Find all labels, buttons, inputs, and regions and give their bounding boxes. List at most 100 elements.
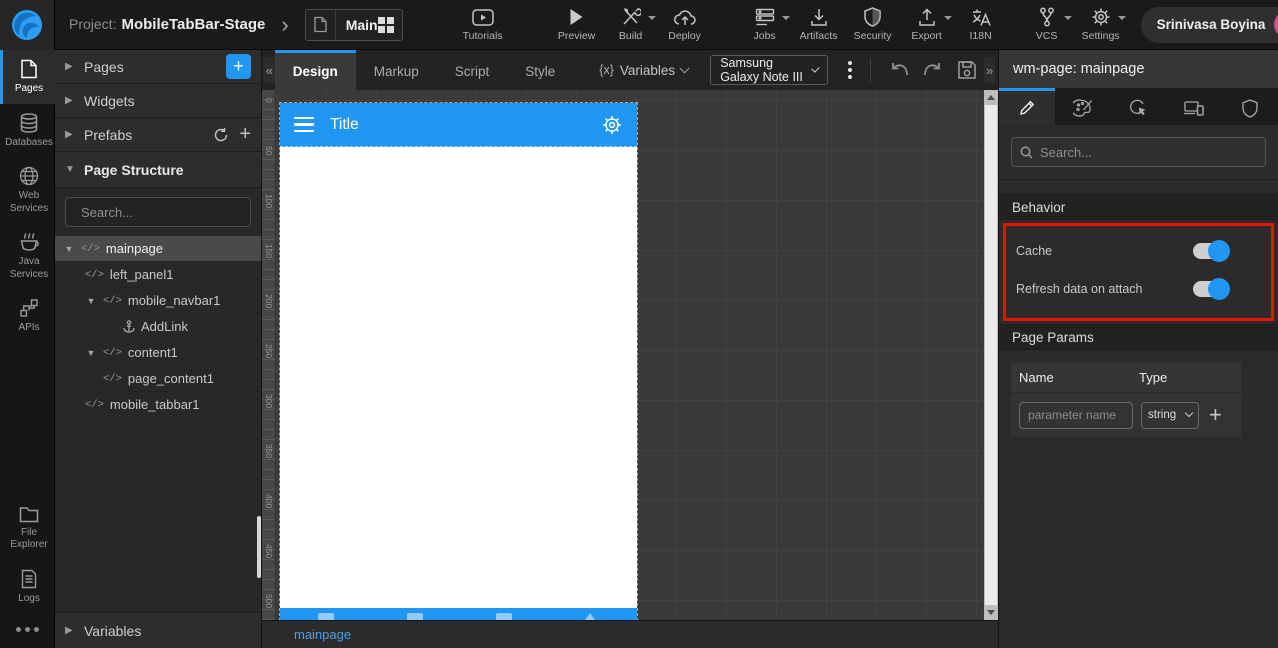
variables-button[interactable]: {x} Variables	[599, 63, 690, 78]
tree-node-mobile-navbar1[interactable]: ▼ </> mobile_navbar1	[55, 288, 261, 314]
preview-button[interactable]: Preview	[555, 7, 599, 42]
scroll-up-arrow-icon[interactable]	[987, 95, 995, 100]
tree-node-content1[interactable]: ▼ </> content1	[55, 340, 261, 366]
mobile-navbar[interactable]: Title	[280, 103, 637, 147]
behavior-section-header: Behavior	[999, 194, 1278, 220]
tab-styles[interactable]	[1055, 88, 1111, 125]
undo-button[interactable]	[889, 61, 909, 79]
editor-toolbar: « Design Markup Script Style {x} Variabl…	[262, 50, 998, 90]
section-page-structure[interactable]: ▼ Page Structure	[55, 152, 261, 188]
properties-search[interactable]	[1011, 137, 1266, 167]
param-type-select[interactable]: string	[1141, 401, 1199, 429]
device-select[interactable]: Samsung Galaxy Note III	[710, 55, 828, 85]
deploy-button[interactable]: Deploy	[663, 7, 707, 42]
left-panel: ▶ Pages + ▶ Widgets ▶ Prefabs + ▼ Page S…	[55, 50, 262, 648]
build-button[interactable]: Build	[609, 7, 656, 42]
cache-toggle[interactable]	[1193, 240, 1230, 262]
api-nodes-icon	[20, 299, 38, 317]
scroll-down-arrow-icon[interactable]	[987, 610, 995, 615]
tree-node-mainpage[interactable]: ▼ </> mainpage	[55, 236, 261, 262]
tree-node-mobile-tabbar1[interactable]: </> mobile_tabbar1	[55, 392, 261, 418]
rail-item-pages[interactable]: Pages	[0, 50, 55, 104]
mobile-tabbar[interactable]	[280, 608, 637, 620]
hamburger-menu-icon[interactable]	[294, 116, 314, 133]
redo-button[interactable]	[923, 61, 943, 79]
current-page-selector[interactable]: Main	[304, 8, 403, 41]
tutorials-button[interactable]: Tutorials	[461, 7, 505, 42]
param-name-input[interactable]	[1019, 401, 1133, 429]
tab-properties[interactable]	[999, 88, 1055, 125]
settings-button[interactable]: Settings	[1079, 7, 1126, 42]
tab-style[interactable]: Style	[507, 50, 573, 90]
settings-gear-icon	[1091, 7, 1111, 27]
section-prefabs[interactable]: ▶ Prefabs +	[55, 118, 261, 152]
rail-item-file-explorer[interactable]: File Explorer	[0, 497, 55, 560]
properties-search-input[interactable]	[1040, 144, 1257, 160]
properties-panel: wm-page: mainpage Search... Behavior Cac…	[998, 50, 1278, 648]
page-grid-icon[interactable]	[377, 16, 394, 33]
app-logo[interactable]	[0, 0, 55, 50]
canvas-scrollbar-thumb[interactable]	[985, 105, 997, 605]
tree-node-left-panel1[interactable]: </> left_panel1	[55, 262, 261, 288]
tabbar-icon-partial	[318, 613, 334, 620]
more-options-kebab-icon[interactable]	[844, 57, 856, 83]
statusbar-page-name[interactable]: mainpage	[294, 627, 351, 642]
refresh-prefabs-icon[interactable]	[213, 127, 229, 143]
page-structure-search[interactable]	[65, 197, 257, 227]
rail-item-databases[interactable]: Databases	[0, 104, 55, 158]
add-prefab-button[interactable]: +	[239, 123, 251, 146]
navbar-gear-icon[interactable]	[601, 114, 623, 136]
artifacts-button[interactable]: Artifacts	[797, 7, 841, 42]
search-input[interactable]	[81, 204, 257, 220]
topbar-actions: Tutorials Preview Build Deploy Jobs Arti…	[461, 7, 1126, 42]
export-button[interactable]: Export	[905, 7, 952, 42]
page-params-table-row: string +	[1011, 393, 1241, 437]
left-panel-scrollbar[interactable]	[257, 516, 261, 578]
rail-item-logs[interactable]: Logs	[0, 560, 55, 614]
save-button[interactable]	[957, 60, 977, 80]
collapsed-caret-icon: ▶	[65, 61, 73, 72]
chevron-down-icon	[1184, 408, 1194, 418]
mobile-device-preview[interactable]: Title	[279, 102, 638, 620]
breadcrumb-chevron-icon: ›	[281, 11, 289, 37]
collapsed-caret-icon: ▶	[65, 129, 73, 140]
preview-play-icon	[569, 7, 584, 27]
artifacts-download-icon	[810, 7, 828, 27]
i18n-language-icon	[971, 7, 991, 27]
expand-right-panel-button[interactable]: »	[984, 57, 995, 83]
current-page-name: Main	[345, 16, 378, 33]
section-pages[interactable]: ▶ Pages +	[55, 50, 261, 84]
refresh-data-toggle[interactable]	[1193, 278, 1230, 300]
i18n-button[interactable]: I18N	[959, 7, 1003, 42]
tree-node-addlink[interactable]: AddLink	[55, 314, 261, 340]
add-page-button[interactable]: +	[226, 54, 251, 79]
vcs-branch-icon	[1038, 7, 1056, 27]
mobile-page-content[interactable]	[280, 147, 637, 608]
canvas-scrollbar[interactable]	[984, 90, 998, 620]
globe-icon	[19, 166, 39, 186]
collapse-left-panel-button[interactable]: «	[264, 57, 275, 83]
security-button[interactable]: Security	[851, 7, 895, 42]
add-param-button[interactable]: +	[1209, 402, 1222, 428]
wavemaker-studio: Project: MobileTabBar-Stage › Main Tutori…	[0, 0, 1278, 648]
highlight-rectangle: Cache Refresh data on attach	[1003, 223, 1274, 321]
tab-markup[interactable]: Markup	[356, 50, 437, 90]
vcs-button[interactable]: VCS	[1025, 7, 1072, 42]
tab-design[interactable]: Design	[274, 50, 356, 90]
tab-script[interactable]: Script	[437, 50, 508, 90]
user-avatar: SB	[1274, 11, 1278, 38]
section-variables[interactable]: ▶ Variables	[55, 612, 261, 648]
tree-node-page-content1[interactable]: </> page_content1	[55, 366, 261, 392]
user-menu[interactable]: Srinivasa Boyina SB	[1140, 6, 1278, 43]
jobs-button[interactable]: Jobs	[743, 7, 790, 42]
section-widgets[interactable]: ▶ Widgets	[55, 84, 261, 118]
tab-events[interactable]	[1111, 88, 1167, 125]
more-dots-icon[interactable]	[0, 613, 54, 648]
rail-item-java-services[interactable]: Java Services	[0, 223, 55, 289]
tab-devices[interactable]	[1166, 88, 1222, 125]
rail-item-web-services[interactable]: Web Services	[0, 157, 55, 223]
design-canvas[interactable]: 0 50 100 150 200 250 300 350 400 450 500…	[262, 90, 998, 620]
settings-dropdown-caret	[1117, 16, 1126, 20]
tab-security[interactable]	[1222, 88, 1278, 125]
rail-item-apis[interactable]: APIs	[0, 289, 55, 343]
